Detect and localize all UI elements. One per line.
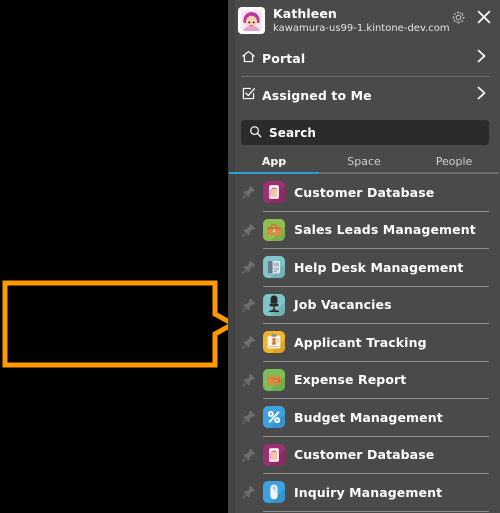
gear-icon[interactable] bbox=[451, 10, 466, 29]
app-icon-help-desk bbox=[263, 256, 285, 279]
app-list-item[interactable]: Customer Database bbox=[228, 437, 500, 474]
account-header: Kathleen kawamura-us99-1.kintone-dev.com bbox=[228, 0, 500, 40]
pin-icon[interactable] bbox=[241, 409, 257, 425]
pin-icon[interactable] bbox=[241, 372, 257, 388]
app-icon-inquiry-management bbox=[263, 481, 285, 504]
pin-icon[interactable] bbox=[241, 447, 257, 463]
search-input[interactable] bbox=[269, 125, 481, 140]
app-list: Customer Database Sales Leads Management bbox=[228, 174, 500, 513]
app-list-item[interactable]: Inquiry Management bbox=[228, 474, 500, 511]
nav-item-assigned-to-me[interactable]: Assigned to Me bbox=[228, 77, 500, 113]
app-label: Customer Database bbox=[294, 184, 435, 200]
app-label: Job Vacancies bbox=[294, 297, 392, 313]
app-icon-budget-management bbox=[263, 406, 285, 429]
app-label: Applicant Tracking bbox=[294, 334, 427, 350]
checkbox-check-icon bbox=[241, 86, 256, 105]
app-icon-customer-database bbox=[263, 181, 285, 204]
search-icon bbox=[249, 123, 262, 142]
app-list-item[interactable]: Job Vacancies bbox=[228, 287, 500, 324]
canvas-area bbox=[0, 0, 234, 513]
tab-app[interactable]: App bbox=[229, 152, 319, 174]
pin-icon[interactable] bbox=[241, 222, 257, 238]
pin-icon[interactable] bbox=[241, 184, 257, 200]
pin-icon[interactable] bbox=[241, 297, 257, 313]
app-list-item[interactable]: Help Desk Management bbox=[228, 249, 500, 286]
app-icon-expense-report bbox=[263, 368, 285, 391]
callout-outline bbox=[2, 280, 234, 368]
header-icon-group bbox=[451, 9, 492, 29]
app-icon-customer-database bbox=[263, 443, 285, 466]
app-list-item[interactable]: Sales Leads Management bbox=[228, 212, 500, 249]
app-list-item[interactable]: Applicant Tracking bbox=[228, 324, 500, 361]
avatar[interactable] bbox=[238, 7, 265, 34]
pin-icon[interactable] bbox=[241, 259, 257, 275]
pin-icon[interactable] bbox=[241, 334, 257, 350]
app-icon-applicant-tracking bbox=[263, 331, 285, 354]
app-icon-sales-leads bbox=[263, 218, 285, 241]
tab-people[interactable]: People bbox=[409, 152, 499, 174]
nav-label-portal: Portal bbox=[262, 50, 306, 66]
nav-label-assigned-to-me: Assigned to Me bbox=[262, 87, 372, 103]
kintone-side-panel: Kathleen kawamura-us99-1.kintone-dev.com bbox=[228, 0, 500, 513]
app-list-item[interactable]: Budget Management bbox=[228, 399, 500, 436]
close-icon[interactable] bbox=[476, 9, 492, 29]
search-box[interactable] bbox=[241, 120, 489, 145]
home-icon bbox=[241, 49, 256, 68]
chevron-right-icon bbox=[475, 48, 488, 68]
app-label: Customer Database bbox=[294, 447, 435, 463]
nav-item-portal[interactable]: Portal bbox=[228, 40, 500, 76]
app-label: Inquiry Management bbox=[294, 484, 443, 500]
app-label: Expense Report bbox=[294, 372, 407, 388]
chevron-right-icon bbox=[475, 85, 488, 105]
app-list-item[interactable]: Customer Database bbox=[228, 174, 500, 211]
user-avatar-icon bbox=[238, 7, 265, 34]
callout-shape bbox=[2, 280, 234, 368]
account-domain: kawamura-us99-1.kintone-dev.com bbox=[273, 23, 450, 34]
tab-bar: App Space People bbox=[229, 152, 499, 174]
tab-space[interactable]: Space bbox=[319, 152, 409, 174]
app-label: Help Desk Management bbox=[294, 259, 464, 275]
app-label: Budget Management bbox=[294, 409, 443, 425]
app-list-item[interactable]: Expense Report bbox=[228, 362, 500, 399]
account-text-block: Kathleen kawamura-us99-1.kintone-dev.com bbox=[273, 6, 451, 35]
callout-balloon bbox=[2, 280, 234, 368]
account-name: Kathleen bbox=[273, 6, 337, 21]
app-label: Sales Leads Management bbox=[294, 222, 476, 238]
pin-icon[interactable] bbox=[241, 484, 257, 500]
search-container bbox=[228, 113, 500, 151]
app-icon-job-vacancies bbox=[263, 293, 285, 316]
